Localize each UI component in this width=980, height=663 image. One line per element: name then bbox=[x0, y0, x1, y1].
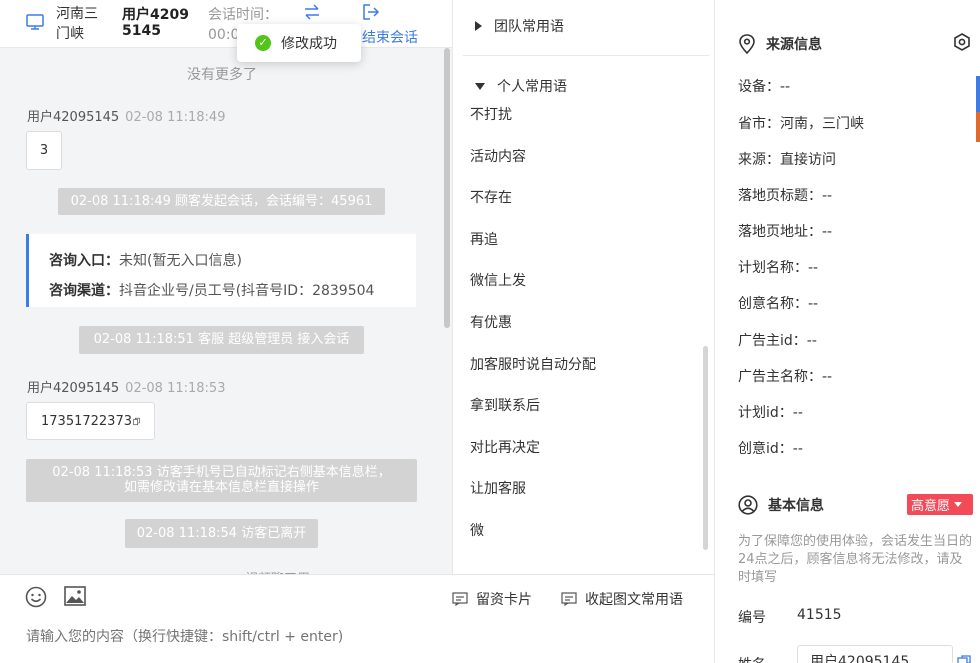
message-meta: 用户42095145 02-08 11:18:49 bbox=[27, 106, 225, 125]
phrase-icon bbox=[561, 592, 577, 606]
message-input[interactable] bbox=[26, 629, 446, 645]
basic-info-title: 基本信息 bbox=[768, 498, 824, 514]
intent-level-label: 高意愿 bbox=[911, 499, 951, 514]
edge-strip bbox=[976, 112, 980, 142]
phrase-item[interactable]: 微 bbox=[470, 520, 484, 540]
chat-scrollbar[interactable] bbox=[444, 48, 450, 328]
session-time-label: 会话时间： bbox=[208, 7, 278, 23]
location-pin-icon bbox=[739, 34, 755, 54]
image-icon[interactable] bbox=[64, 586, 86, 606]
phrases-scrollbar[interactable] bbox=[703, 346, 708, 550]
basic-info-header: 基本信息 bbox=[738, 495, 824, 515]
info-field-region: 省市：河南，三门峡 bbox=[738, 116, 864, 132]
info-field-landing-title: 落地页标题：-- bbox=[738, 188, 833, 204]
consult-channel-label: 咨询渠道： bbox=[49, 283, 119, 299]
system-message: 02-08 11:18:53 访客手机号已自动标记右侧基本信息栏， 如需修改请在… bbox=[26, 459, 417, 502]
collapse-phrases-button[interactable]: 收起图文常用语 bbox=[561, 589, 683, 609]
phrase-item[interactable]: 不存在 bbox=[470, 187, 512, 207]
message-bubble: 17351722373 bbox=[26, 402, 155, 440]
system-message: 02-08 11:18:54 访客已离开 bbox=[125, 519, 318, 548]
system-message-line: 如需修改请在基本信息栏直接操作 bbox=[123, 480, 319, 495]
phrase-item[interactable]: 让加客服 bbox=[470, 478, 526, 498]
name-field[interactable] bbox=[797, 645, 953, 663]
chat-header: 河南三门峡 用户42095145 会话时间： 00:0 结束会话 bbox=[0, 0, 452, 48]
chat-panel: 河南三门峡 用户42095145 会话时间： 00:0 结束会话 ✓ 修改成功 … bbox=[0, 0, 452, 663]
lead-card-button[interactable]: 留资卡片 bbox=[452, 589, 532, 609]
phrase-item[interactable]: 有优惠 bbox=[470, 312, 512, 332]
composer: 留资卡片 收起图文常用语 bbox=[0, 574, 714, 663]
emoji-icon[interactable] bbox=[25, 586, 47, 608]
info-field-device: 设备：-- bbox=[738, 79, 791, 95]
monitor-icon bbox=[26, 14, 44, 30]
source-info-header: 来源信息 bbox=[738, 34, 822, 54]
name-label: 姓名 bbox=[738, 654, 766, 663]
phrase-item[interactable]: 不打扰 bbox=[470, 104, 512, 124]
phrase-item[interactable]: 微信上发 bbox=[470, 270, 526, 290]
message-text: 17351722373 bbox=[41, 413, 132, 429]
number-value: 41515 bbox=[797, 607, 842, 623]
info-field-plan-id: 计划id：-- bbox=[738, 405, 803, 421]
no-more-hint: 没有更多了 bbox=[187, 67, 257, 83]
success-toast: ✓ 修改成功 bbox=[237, 24, 361, 62]
info-field-creative-name: 创意名称：-- bbox=[738, 296, 819, 312]
consult-channel-value: 抖音企业号/员工号(抖音号ID：2839504 bbox=[119, 283, 375, 299]
visitor-info-panel: 来源信息 设备：-- 省市：河南，三门峡 来源：直接访问 落地页标题：-- 落地… bbox=[714, 0, 980, 663]
toast-text: 修改成功 bbox=[281, 36, 337, 52]
success-icon: ✓ bbox=[255, 35, 271, 51]
message-meta: 用户42095145 02-08 11:18:53 bbox=[27, 377, 225, 396]
system-message: 02-08 11:18:49 顾客发起会话，会话编号：45961 bbox=[58, 188, 385, 215]
system-message: 02-08 11:18:51 客服 超级管理员 接入会话 bbox=[79, 326, 364, 354]
number-label: 编号 bbox=[738, 610, 766, 626]
info-field-plan-name: 计划名称：-- bbox=[738, 260, 819, 276]
consult-entry-label: 咨询入口： bbox=[49, 253, 119, 269]
message-sender: 用户42095145 bbox=[27, 110, 120, 125]
phrase-item[interactable]: 活动内容 bbox=[470, 146, 526, 166]
consult-entry-value: 未知(暂无入口信息) bbox=[119, 253, 242, 269]
personal-phrases-title: 个人常用语 bbox=[497, 79, 567, 95]
phrase-item[interactable]: 对比再决定 bbox=[470, 437, 540, 457]
team-phrases-title: 团队常用语 bbox=[494, 19, 564, 35]
personal-phrases-group[interactable]: 个人常用语 bbox=[475, 76, 567, 96]
collapse-phrases-label: 收起图文常用语 bbox=[585, 592, 683, 608]
edit-notice: 为了保障您的使用体验，会话发生当日的24点之后，顾客信息将无法修改，请及时填写 bbox=[738, 534, 973, 585]
caret-down-icon bbox=[475, 82, 485, 90]
end-session-button[interactable]: 结束会话 bbox=[362, 27, 418, 47]
info-field-source: 来源：直接访问 bbox=[738, 152, 836, 168]
info-field-advertiser-name: 广告主名称：-- bbox=[738, 369, 833, 385]
info-field-creative-id: 创意id：-- bbox=[738, 441, 803, 457]
visitor-location: 河南三门峡 bbox=[56, 6, 98, 42]
phrase-item[interactable]: 再追 bbox=[470, 229, 498, 249]
transfer-icon[interactable] bbox=[303, 4, 321, 20]
copy-icon[interactable] bbox=[133, 415, 140, 428]
message-time: 02-08 11:18:49 bbox=[125, 110, 226, 125]
intent-level-dropdown[interactable]: 高意愿 bbox=[907, 494, 973, 515]
source-info-title: 来源信息 bbox=[766, 37, 822, 53]
message-sender: 用户42095145 bbox=[27, 381, 120, 396]
system-message-line: 02-08 11:18:53 访客手机号已自动标记右侧基本信息栏， bbox=[52, 465, 391, 480]
message-text: 3 bbox=[39, 143, 49, 158]
caret-down-icon bbox=[954, 502, 963, 507]
message-bubble: 3 bbox=[26, 131, 62, 170]
lead-card-label: 留资卡片 bbox=[476, 592, 532, 608]
gear-icon[interactable] bbox=[953, 33, 971, 51]
card-icon bbox=[452, 592, 468, 606]
caret-right-icon bbox=[475, 21, 482, 31]
visitor-name: 用户42095145 bbox=[122, 7, 189, 39]
session-time-value: 00:0 bbox=[208, 27, 240, 43]
divider bbox=[463, 55, 709, 56]
phrase-item[interactable]: 拿到联系后 bbox=[470, 395, 540, 415]
team-phrases-group[interactable]: 团队常用语 bbox=[475, 16, 564, 36]
phrase-item[interactable]: 加客服时说自动分配 bbox=[470, 354, 596, 374]
user-circle-icon bbox=[738, 495, 758, 515]
message-time: 02-08 11:18:53 bbox=[125, 381, 226, 396]
info-field-advertiser-id: 广告主id：-- bbox=[738, 333, 817, 349]
phrases-panel: 团队常用语 个人常用语 不打扰 活动内容 不存在 再追 微信上发 有优惠 加客服… bbox=[452, 0, 714, 574]
edit-icon[interactable] bbox=[957, 655, 971, 663]
consult-info-card: 咨询入口：未知(暂无入口信息) 咨询渠道：抖音企业号/员工号(抖音号ID：283… bbox=[26, 234, 416, 307]
edge-strip bbox=[976, 76, 980, 112]
info-field-landing-url: 落地页地址：-- bbox=[738, 224, 833, 240]
end-session-icon[interactable] bbox=[362, 3, 380, 21]
